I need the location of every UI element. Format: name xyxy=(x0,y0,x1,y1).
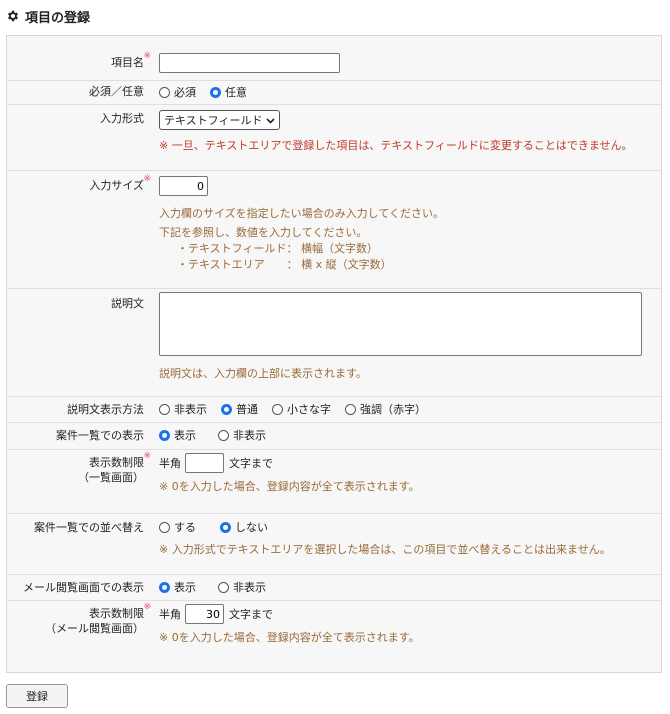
row-item-name: 項目名 ※ xyxy=(7,36,661,81)
row-input-type: 入力形式 テキストフィールド ※ 一旦、テキストエリアで登録した項目は、テキスト… xyxy=(7,104,661,171)
chevron-down-icon xyxy=(266,114,276,127)
input-size-note: 入力欄のサイズを指定したい場合のみ入力してください。 xyxy=(159,207,445,220)
list-sort-note: ※ 入力形式でテキストエリアを選択した場合は、この項目で並べ替えることは出来ませ… xyxy=(159,543,611,556)
item-form: 項目名 ※ 必須／任意 必須 任意 入力形式 テキストフィールド ※ 一旦、テキス… xyxy=(6,35,662,673)
input-size-input[interactable] xyxy=(159,176,208,196)
mail-char-limit-note: ※ 0を入力した場合、登録内容が全て表示されます。 xyxy=(159,631,420,644)
mail-char-limit-sublabel: （メール閲覧画面） xyxy=(45,622,144,635)
page-title: 項目の登録 xyxy=(6,7,91,26)
radio-mail-hide[interactable]: 非表示 xyxy=(218,579,266,595)
item-name-input[interactable] xyxy=(159,53,340,73)
radio-desc-normal[interactable]: 普通 xyxy=(221,401,258,417)
list-char-limit-prefix: 半角 xyxy=(159,457,181,470)
row-required-optional: 必須／任意 必須 任意 xyxy=(7,80,661,105)
mail-char-limit-input[interactable] xyxy=(185,604,224,624)
description-textarea[interactable] xyxy=(159,292,642,356)
row-mail-char-limit: 表示数制限※ （メール閲覧画面） 半角 文字まで ※ 0を入力した場合、登録内容… xyxy=(7,600,661,672)
radio-list-hide[interactable]: 非表示 xyxy=(218,427,266,443)
input-type-note: ※ 一旦、テキストエリアで登録した項目は、テキストフィールドに変更することはでき… xyxy=(159,139,633,152)
mail-char-limit-suffix: 文字まで xyxy=(229,608,273,621)
gear-icon xyxy=(6,9,20,23)
list-char-limit-suffix: 文字まで xyxy=(229,457,273,470)
input-size-help: 下記を参照し、数値を入力してください。 xyxy=(159,226,368,239)
radio-list-show[interactable]: 表示 xyxy=(159,427,196,443)
list-char-limit-note: ※ 0を入力した場合、登録内容が全て表示されます。 xyxy=(159,480,420,493)
required-mark: ※ xyxy=(143,451,151,461)
radio-required[interactable]: 必須 xyxy=(159,84,196,100)
radio-sort-no[interactable]: しない xyxy=(220,519,268,535)
mail-char-limit-label: 表示数制限 ※ xyxy=(89,602,151,620)
submit-button[interactable]: 登録 xyxy=(6,684,68,708)
description-label: 説明文 xyxy=(111,297,144,310)
input-size-help-line: ・テキストフィールド： 横幅（文字数） xyxy=(177,242,378,255)
required-mark: ※ xyxy=(143,51,151,61)
page-title-text: 項目の登録 xyxy=(25,10,91,26)
row-input-size: 入力サイズ※ 入力欄のサイズを指定したい場合のみ入力してください。 下記を参照し… xyxy=(7,170,661,289)
mail-char-limit-prefix: 半角 xyxy=(159,608,181,621)
description-display-label: 説明文表示方法 xyxy=(67,403,144,416)
input-size-label: 入力サイズ ※ xyxy=(89,174,151,192)
input-type-select[interactable]: テキストフィールド xyxy=(159,110,281,130)
mail-display-label: メール閲覧画面での表示 xyxy=(23,581,144,594)
radio-mail-show[interactable]: 表示 xyxy=(159,579,196,595)
list-char-limit-label: 表示数制限 ※ xyxy=(89,451,151,469)
input-type-label: 入力形式 xyxy=(100,112,144,125)
row-mail-display: メール閲覧画面での表示 表示 非表示 xyxy=(7,574,661,601)
row-description-display: 説明文表示方法 非表示 普通 小さな字 強調（赤字） xyxy=(7,396,661,423)
row-list-sort: 案件一覧での並べ替え する しない ※ 入力形式でテキストエリアを選択した場合は… xyxy=(7,513,661,575)
required-mark: ※ xyxy=(143,174,151,184)
list-sort-label: 案件一覧での並べ替え xyxy=(34,521,144,534)
list-char-limit-sublabel: （一覧画面） xyxy=(78,471,144,484)
row-list-char-limit: 表示数制限 ※ （一覧画面） 半角 文字まで ※ 0を入力した場合、登録内容が全て… xyxy=(7,449,661,514)
row-description: 説明文 説明文は、入力欄の上部に表示されます。 xyxy=(7,288,661,397)
required-optional-label: 必須／任意 xyxy=(89,85,144,98)
radio-desc-small[interactable]: 小さな字 xyxy=(272,401,331,417)
input-size-help-line: ・テキストエリア ： 横 x 縦（文字数） xyxy=(177,258,392,271)
item-name-label: 項目名 ※ xyxy=(111,51,151,69)
row-list-display: 案件一覧での表示 表示 非表示 xyxy=(7,422,661,450)
radio-desc-hidden[interactable]: 非表示 xyxy=(159,401,207,417)
description-note: 説明文は、入力欄の上部に表示されます。 xyxy=(159,367,367,380)
radio-desc-emphasis[interactable]: 強調（赤字） xyxy=(345,401,426,417)
list-display-label: 案件一覧での表示 xyxy=(56,429,144,442)
radio-optional[interactable]: 任意 xyxy=(210,84,247,100)
required-mark: ※ xyxy=(143,602,151,612)
list-char-limit-input[interactable] xyxy=(185,453,224,473)
radio-sort-yes[interactable]: する xyxy=(159,519,196,535)
